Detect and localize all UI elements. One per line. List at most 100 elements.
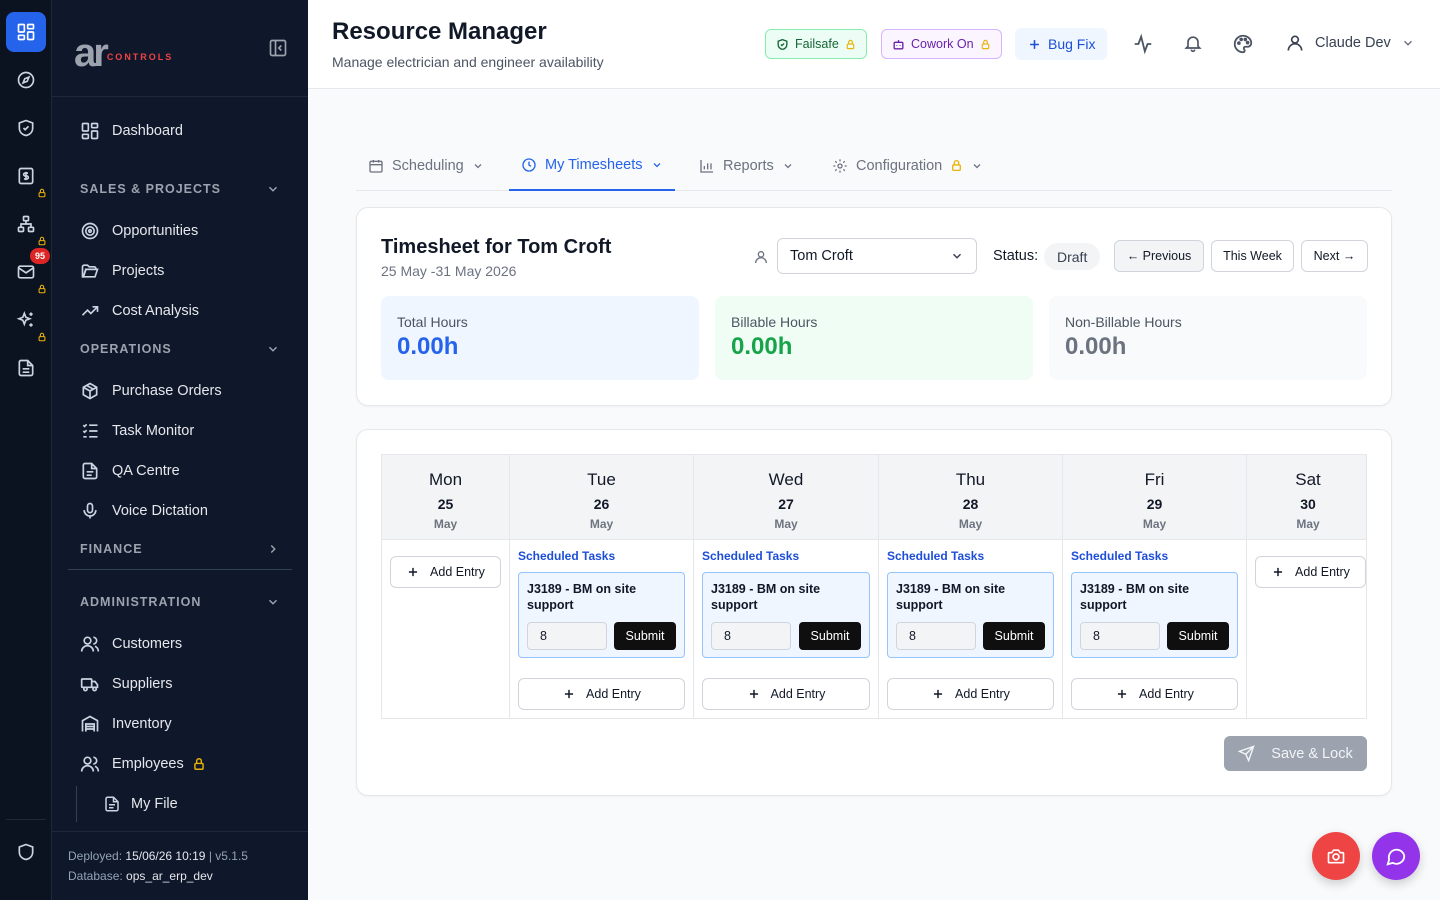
microphone-icon: [83, 502, 97, 519]
shield-icon[interactable]: [6, 832, 46, 872]
tab-scheduling[interactable]: Scheduling: [356, 140, 496, 191]
chevron-right-icon: [270, 544, 276, 554]
day-header: Tue 26 May: [510, 455, 693, 540]
document-icon[interactable]: [6, 348, 46, 388]
user-menu[interactable]: Claude Dev: [1285, 33, 1415, 53]
nav-qa-centre[interactable]: QA Centre: [80, 456, 180, 486]
day-header: Fri 29 May: [1063, 455, 1246, 540]
page-subtitle: Manage electrician and engineer availabi…: [332, 54, 604, 70]
company-logo[interactable]: ar CONTROLS: [74, 33, 174, 73]
file-text-icon: [82, 462, 98, 480]
add-entry-label: Add Entry: [1139, 687, 1194, 701]
submit-button[interactable]: Submit: [983, 622, 1045, 650]
scheduled-tasks-label: Scheduled Tasks: [887, 549, 985, 563]
nav-customers[interactable]: Customers: [80, 629, 182, 659]
sidebar-divider: [68, 569, 292, 570]
database-info: Database: ops_ar_erp_dev: [68, 869, 213, 883]
day-column-wed: Wed 27 May Scheduled Tasks J3189 - BM on…: [694, 455, 879, 718]
cowork-badge[interactable]: Cowork On: [881, 29, 1002, 59]
palette-icon[interactable]: [1232, 33, 1254, 55]
day-month: May: [433, 517, 458, 531]
nav-purchase-orders[interactable]: Purchase Orders: [80, 376, 222, 406]
hours-input[interactable]: 8: [896, 622, 976, 650]
chat-button[interactable]: [1372, 832, 1420, 880]
logo-text: CONTROLS: [106, 52, 174, 62]
non-billable-hours-value: 0.00h: [1065, 333, 1127, 360]
warehouse-icon: [81, 715, 99, 732]
sidebar-divider: [52, 96, 308, 97]
nav-task-monitor[interactable]: Task Monitor: [80, 416, 194, 446]
submit-button[interactable]: Submit: [1167, 622, 1229, 650]
activity-icon[interactable]: [1132, 33, 1154, 55]
day-name: Sat: [1295, 470, 1321, 489]
add-entry-button[interactable]: Add Entry: [390, 556, 501, 588]
nav-label: QA Centre: [112, 463, 180, 479]
add-entry-button[interactable]: Add Entry: [518, 678, 685, 710]
this-week-button[interactable]: This Week: [1211, 240, 1294, 272]
day-month: May: [774, 517, 798, 531]
billable-hours-value: 0.00h: [731, 333, 793, 360]
day-name: Thu: [955, 470, 986, 489]
section-finance[interactable]: FINANCE: [80, 539, 280, 559]
dashboard-grid-icon[interactable]: [6, 12, 46, 52]
bug-fix-button[interactable]: Bug Fix: [1015, 28, 1108, 60]
next-week-button[interactable]: Next →: [1301, 240, 1368, 272]
database-value: ops_ar_erp_dev: [126, 869, 213, 883]
nav-employees[interactable]: Employees: [80, 749, 206, 779]
hours-input[interactable]: 8: [1080, 622, 1160, 650]
gear-icon: [833, 158, 847, 173]
tab-reports[interactable]: Reports: [687, 140, 806, 191]
add-entry-button[interactable]: Add Entry: [887, 678, 1054, 710]
billable-hours-label: Billable Hours: [731, 314, 818, 330]
submit-button[interactable]: Submit: [614, 622, 676, 650]
day-month: May: [1296, 517, 1320, 531]
chevron-down-icon: [268, 599, 278, 605]
section-sales-projects[interactable]: SALES & PROJECTS: [80, 179, 280, 199]
bell-icon[interactable]: [1183, 33, 1203, 53]
section-label: OPERATIONS: [80, 342, 172, 356]
nav-projects[interactable]: Projects: [80, 256, 164, 286]
timesheet-summary-card: Timesheet for Tom Croft 25 May -31 May 2…: [356, 207, 1392, 406]
users-icon: [80, 756, 100, 772]
sidebar-collapse-icon[interactable]: [268, 38, 288, 58]
add-entry-button[interactable]: Add Entry: [1071, 678, 1238, 710]
notification-badge: 95: [30, 248, 50, 264]
deploy-info: Deployed: 15/06/26 10:19 | v5.1.5: [68, 849, 248, 863]
failsafe-badge[interactable]: Failsafe: [765, 29, 867, 59]
version-separator: |: [208, 849, 212, 863]
section-administration[interactable]: ADMINISTRATION: [80, 592, 280, 612]
plus-icon: [933, 689, 943, 699]
nav-cost-analysis[interactable]: Cost Analysis: [80, 296, 199, 326]
nav-label: Customers: [112, 636, 183, 652]
chevron-down-icon: [268, 186, 278, 192]
nav-voice-dictation[interactable]: Voice Dictation: [80, 496, 208, 526]
chevron-down-icon: [784, 163, 792, 168]
target-icon: [81, 222, 99, 240]
employee-select[interactable]: Tom Croft: [777, 238, 977, 274]
compass-icon[interactable]: [6, 60, 46, 100]
nav-suppliers[interactable]: Suppliers: [80, 669, 172, 699]
section-operations[interactable]: OPERATIONS: [80, 339, 280, 359]
add-entry-button[interactable]: Add Entry: [1255, 556, 1366, 588]
screenshot-button[interactable]: [1312, 832, 1360, 880]
tab-configuration[interactable]: Configuration: [820, 140, 995, 191]
shield-check-icon[interactable]: [6, 108, 46, 148]
version: v5.1.5: [215, 849, 248, 863]
tab-my-timesheets[interactable]: My Timesheets: [509, 140, 675, 191]
folder-open-icon: [81, 264, 99, 278]
hours-input[interactable]: 8: [527, 622, 607, 650]
nav-label: Projects: [112, 263, 165, 279]
nav-inventory[interactable]: Inventory: [80, 709, 172, 739]
add-entry-button[interactable]: Add Entry: [702, 678, 870, 710]
save-and-lock-button[interactable]: Save & Lock: [1224, 736, 1367, 771]
timesheet-date-range: 25 May -31 May 2026: [381, 263, 517, 279]
nav-my-file[interactable]: My File: [76, 786, 276, 822]
status-label: Status:: [993, 248, 1039, 264]
submit-button[interactable]: Submit: [799, 622, 861, 650]
nav-opportunities[interactable]: Opportunities: [80, 216, 198, 246]
hours-input[interactable]: 8: [711, 622, 791, 650]
previous-week-button[interactable]: ← Previous: [1114, 240, 1204, 272]
nav-dashboard[interactable]: Dashboard: [80, 116, 183, 146]
nav-label: Dashboard: [112, 123, 183, 139]
dashboard-icon: [81, 122, 99, 140]
